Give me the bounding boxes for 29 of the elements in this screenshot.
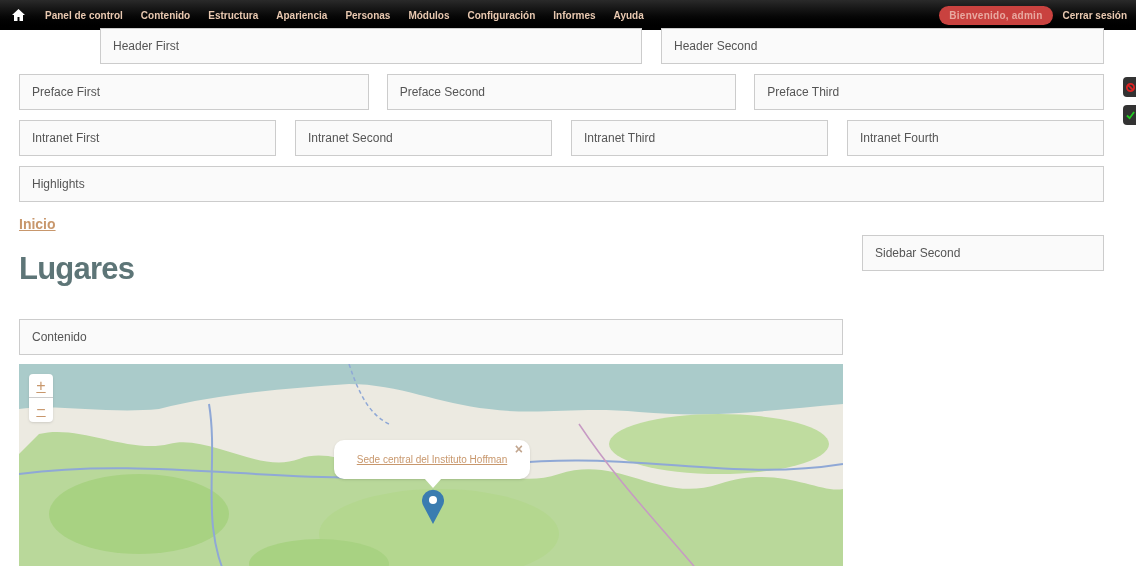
blocked-icon xyxy=(1125,82,1135,92)
menu-link[interactable]: Módulos xyxy=(408,7,450,23)
region-box: Header First xyxy=(100,28,642,64)
menu-link[interactable]: Ayuda xyxy=(613,7,644,23)
menu-link[interactable]: Contenido xyxy=(140,7,191,23)
region-box: Preface First xyxy=(19,74,369,110)
menu-link[interactable]: Estructura xyxy=(208,7,259,23)
home-icon[interactable] xyxy=(12,9,25,21)
region-box: Intranet First xyxy=(19,120,276,156)
page-title: Lugares xyxy=(19,250,136,288)
region-box: Contenido xyxy=(19,319,843,355)
menu-link[interactable]: Personas xyxy=(345,7,391,23)
side-tab[interactable] xyxy=(1123,77,1136,97)
menu-link[interactable]: Configuración xyxy=(467,7,536,23)
logout-link[interactable]: Cerrar sesión xyxy=(1062,7,1127,23)
region-box: Sidebar Second xyxy=(862,235,1104,271)
menu-link[interactable]: Panel de control xyxy=(45,7,123,23)
region-box: Preface Second xyxy=(386,74,737,110)
region-box: Intranet Fourth xyxy=(847,120,1104,156)
check-icon xyxy=(1125,110,1135,120)
region-box: Intranet Second xyxy=(295,120,552,156)
menu-link[interactable]: Apariencia xyxy=(276,7,328,23)
region-box: Preface Third xyxy=(754,74,1104,110)
menu-link[interactable]: Informes xyxy=(553,7,596,23)
region-box: Intranet Third xyxy=(571,120,828,156)
side-tab[interactable] xyxy=(1123,105,1136,125)
region-box: Header Second xyxy=(661,28,1104,64)
map-marker-icon[interactable] xyxy=(422,489,444,524)
region-box: Highlights xyxy=(19,166,1104,202)
